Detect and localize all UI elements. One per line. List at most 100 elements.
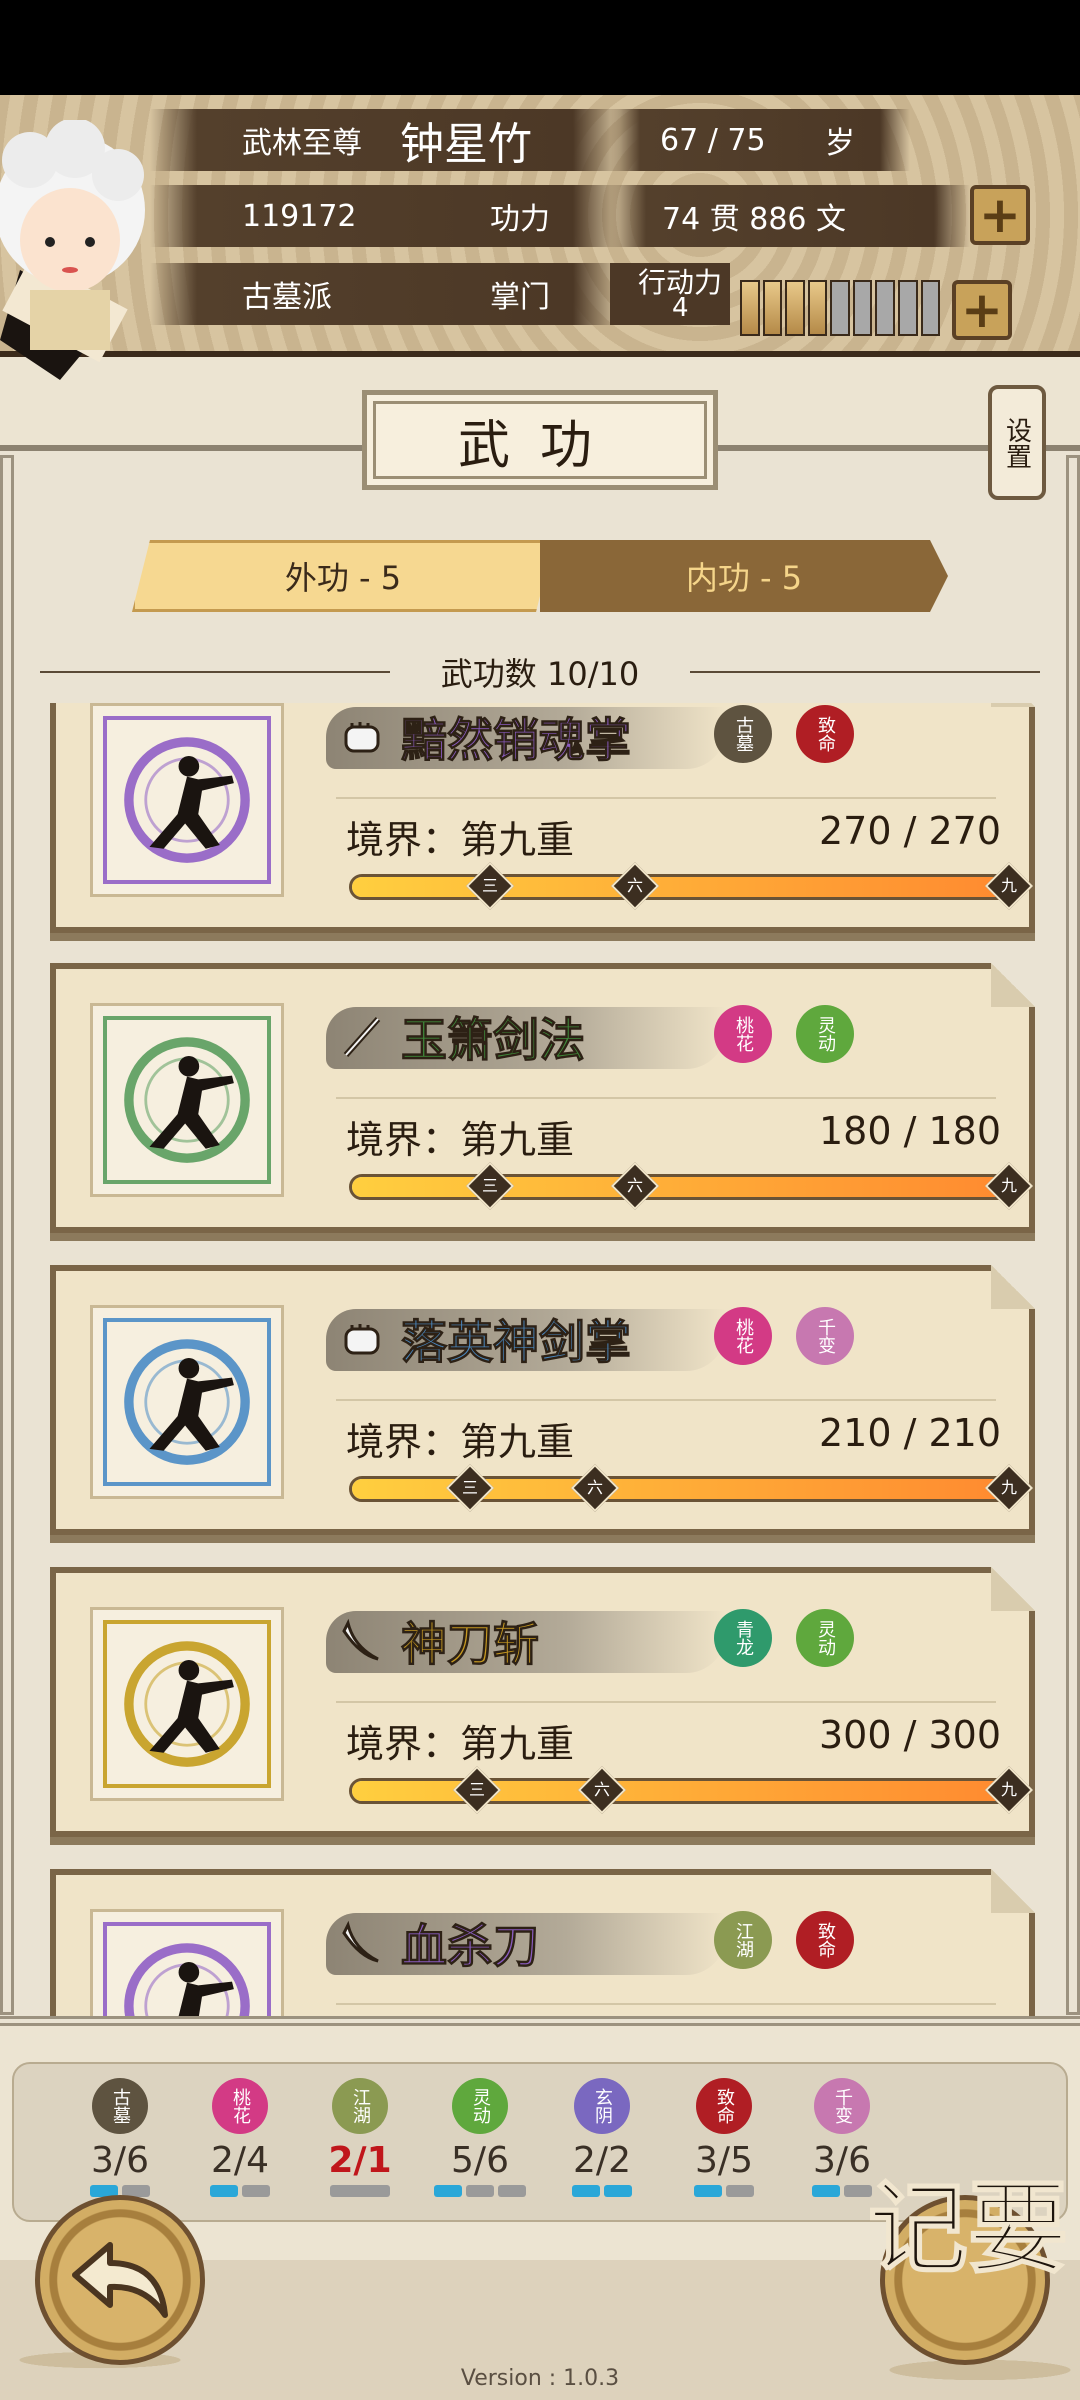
- age-row: 67 / 75 岁: [610, 109, 910, 171]
- skill-tag-seal: 致命: [796, 705, 854, 763]
- money-value: 74 贯 886 文: [662, 202, 847, 237]
- card-fold: [991, 963, 1035, 1007]
- skill-card[interactable]: 血杀刀江湖致命境界：第九重270 / 270三六九: [50, 1869, 1035, 2018]
- card-divider: [336, 1399, 996, 1401]
- tag-stat-value: 3/5: [695, 2140, 753, 2181]
- skill-name: 黯然销魂掌: [401, 713, 632, 768]
- card-fold: [991, 1567, 1035, 1611]
- player-avatar[interactable]: [0, 120, 190, 380]
- martial-artist-icon: [124, 1943, 250, 2018]
- tag-stat-value: 2/4: [211, 2140, 269, 2181]
- tag-pips: [430, 2185, 530, 2197]
- skill-progress-text: 210 / 210: [818, 1411, 1001, 1455]
- skill-tag-seal: 桃花: [714, 1005, 772, 1063]
- skill-progress-bar: 三六九: [349, 1463, 1034, 1513]
- skill-progress-text: 180 / 180: [818, 1109, 1001, 1153]
- add-money-button[interactable]: +: [970, 185, 1030, 245]
- tag-seal: 千变: [814, 2078, 870, 2134]
- player-rank: 武林至尊: [242, 126, 362, 161]
- realm-marker: 九: [984, 1765, 1034, 1815]
- skill-progress-text: 270 / 270: [818, 809, 1001, 853]
- settings-button[interactable]: 设置: [988, 385, 1046, 500]
- realm-marker: 三: [465, 1161, 515, 1211]
- power-row: 119172 功力: [150, 185, 620, 247]
- skill-card[interactable]: 玉箫剑法 桃花 灵动 境界：第九重 180 / 180 三 六 九: [50, 963, 1035, 1233]
- tag-seal: 古墓: [92, 2078, 148, 2134]
- energy-segment: [807, 280, 828, 336]
- tag-seal: 致命: [696, 2078, 752, 2134]
- tag-seal: 玄阴: [574, 2078, 630, 2134]
- version-label: Version : 1.0.3: [460, 2366, 620, 2391]
- skill-progress-bar: 三六九: [349, 1765, 1034, 1815]
- realm-marker: 六: [571, 1463, 620, 1513]
- skill-card[interactable]: 落英神剑掌 桃花 千变 境界：第九重 210 / 210 三 六 九: [50, 1265, 1035, 1535]
- skill-progress-bar: 三六九: [349, 1161, 1034, 1211]
- bottom-divider: [0, 2016, 1080, 2026]
- skill-card[interactable]: 神刀斩 青龙 灵动 境界：第九重 300 / 300 三 六 九: [50, 1567, 1035, 1837]
- energy-segment: [740, 280, 760, 336]
- sword-icon: [338, 1013, 386, 1061]
- tag-seal: 灵动: [452, 2078, 508, 2134]
- tag-pips: [552, 2185, 652, 2197]
- power-value: 119172: [242, 198, 357, 234]
- energy-segment: [897, 280, 918, 336]
- card-divider: [336, 2003, 996, 2005]
- tag-stat[interactable]: 玄阴 2/2: [552, 2078, 652, 2197]
- memo-label: 记要: [867, 2169, 1069, 2287]
- tag-pips: [310, 2185, 410, 2197]
- tag-stat[interactable]: 致命 3/5: [674, 2078, 774, 2197]
- blade-icon: [338, 1617, 386, 1665]
- skill-tag-seal: 千变: [796, 1307, 854, 1365]
- age-unit: 岁: [825, 126, 855, 161]
- skill-count: 武功数 10/10: [390, 648, 690, 696]
- skill-tag-seal: 致命: [796, 1911, 854, 1969]
- skill-portrait: [90, 703, 284, 897]
- back-button[interactable]: [35, 2195, 205, 2365]
- skill-progress-text: 300 / 300: [818, 1713, 1001, 1757]
- skill-name: 神刀斩: [401, 1617, 540, 1672]
- energy-segment: [830, 280, 850, 336]
- card-divider: [336, 1701, 996, 1703]
- skill-name: 玉箫剑法: [401, 1013, 586, 1068]
- skill-progress-bar: 三六九: [349, 861, 1034, 911]
- skill-tag-seal: 桃花: [714, 1307, 772, 1365]
- name-row: 武林至尊 钟星竹: [150, 109, 620, 171]
- energy-segment: [875, 280, 895, 336]
- skill-tag-seal: 江湖: [714, 1911, 772, 1969]
- realm-marker: 九: [984, 861, 1034, 911]
- tag-stat[interactable]: 桃花 2/4: [190, 2078, 290, 2197]
- sect-role: 掌门: [490, 280, 550, 315]
- status-bar: [0, 0, 1080, 95]
- card-fold: [991, 1265, 1035, 1309]
- realm-marker: 三: [446, 1463, 495, 1513]
- tag-stat-value: 2/2: [573, 2140, 631, 2181]
- progress-fill: [352, 1177, 1009, 1197]
- skill-realm: 境界：第九重: [346, 1722, 575, 1766]
- tag-stat[interactable]: 灵动 5/6: [430, 2078, 530, 2197]
- skill-card[interactable]: 黯然销魂掌 古墓 致命 境界：第九重 270 / 270 三 六 九: [50, 703, 1035, 933]
- realm-marker: 九: [984, 1463, 1034, 1513]
- tag-stat[interactable]: 江湖 2/1: [310, 2078, 410, 2197]
- tag-seal: 桃花: [212, 2078, 268, 2134]
- card-divider: [336, 797, 996, 799]
- realm-marker: 六: [610, 861, 659, 911]
- fist-icon: [338, 713, 386, 761]
- tag-pips: [674, 2185, 774, 2197]
- skill-list[interactable]: 黯然销魂掌 古墓 致命 境界：第九重 270 / 270 三六九玉箫剑法 桃花 灵动 境界：第九…: [0, 703, 1080, 2018]
- tag-stat[interactable]: 古墓 3/6: [70, 2078, 170, 2197]
- realm-marker: 九: [984, 1161, 1034, 1211]
- energy-bar: [740, 280, 941, 336]
- add-energy-button[interactable]: +: [952, 280, 1012, 340]
- realm-marker: 三: [465, 861, 515, 911]
- skill-tag-seal: 青龙: [714, 1609, 772, 1667]
- back-arrow-icon: [72, 2242, 168, 2318]
- martial-artist-icon: [124, 1037, 250, 1163]
- skill-realm: 境界：第九重: [346, 1118, 575, 1162]
- martial-artist-icon: [124, 1339, 250, 1465]
- tab-outer-skills[interactable]: 外功 - 5: [132, 540, 554, 612]
- card-fold: [991, 703, 1035, 707]
- progress-fill: [352, 877, 1009, 897]
- tag-stat-value: 2/1: [328, 2140, 392, 2181]
- energy-segment: [920, 280, 941, 336]
- tab-inner-skills[interactable]: 内功 - 5: [540, 540, 948, 612]
